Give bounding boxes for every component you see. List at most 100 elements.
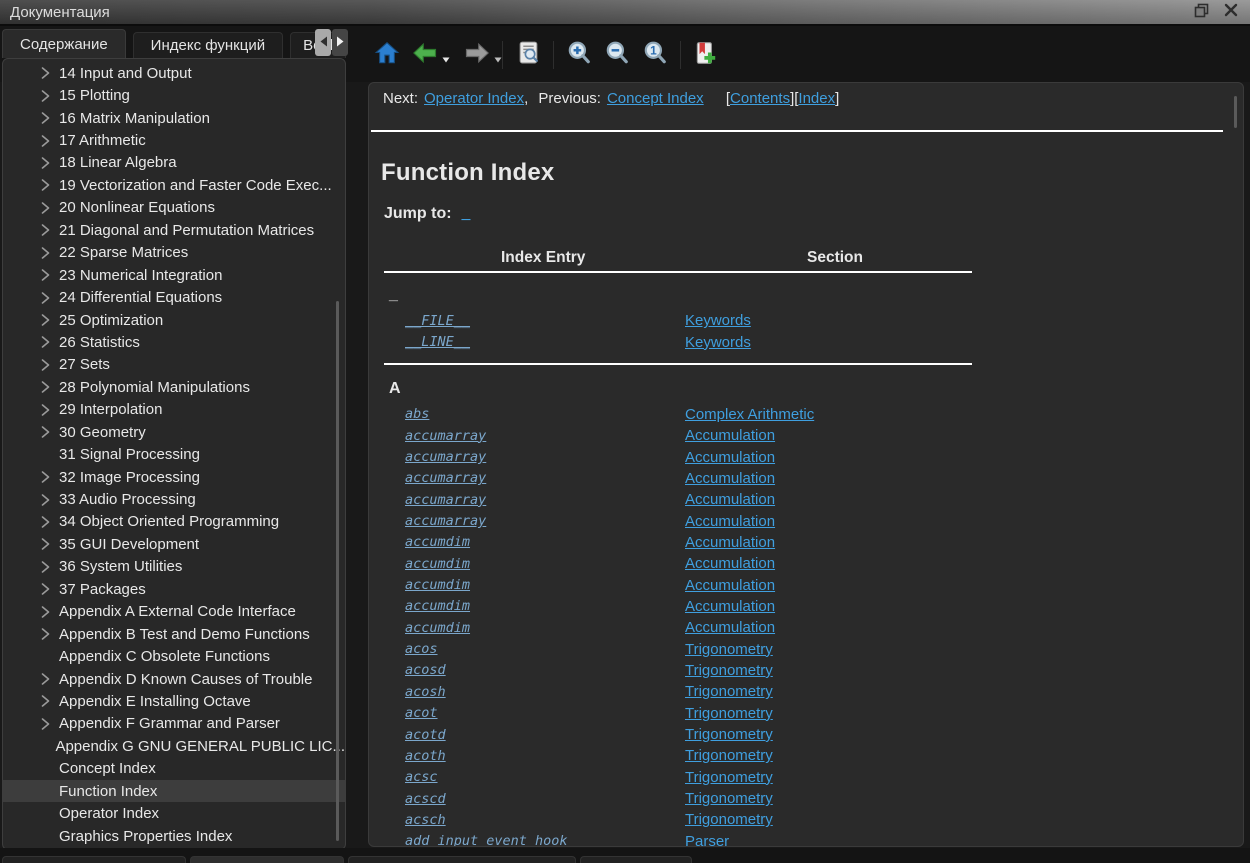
index-section-link[interactable]: Accumulation — [685, 619, 775, 636]
index-entry-link[interactable]: acscd — [405, 791, 685, 807]
index-entry-link[interactable]: acot — [405, 705, 685, 721]
index-entry-link[interactable]: acsch — [405, 812, 685, 828]
sidebar-tree-item[interactable]: Appendix C Obsolete Functions — [3, 645, 345, 667]
index-entry-link[interactable]: acsc — [405, 769, 685, 785]
index-entry-link[interactable]: acosh — [405, 684, 685, 700]
chevron-right-icon[interactable] — [37, 112, 53, 124]
bottom-dock-tab[interactable] — [2, 856, 186, 863]
sidebar-tree-item[interactable]: 16 Matrix Manipulation — [3, 107, 345, 129]
chevron-right-icon[interactable] — [37, 135, 53, 147]
index-entry-link[interactable]: acosd — [405, 662, 685, 678]
sidebar-tree-item[interactable]: 33 Audio Processing — [3, 488, 345, 510]
index-section-link[interactable]: Trigonometry — [685, 747, 773, 764]
jump-underscore-link[interactable]: _ — [462, 205, 471, 222]
sidebar-tree-item[interactable]: 22 Sparse Matrices — [3, 242, 345, 264]
forward-button[interactable] — [462, 40, 492, 70]
index-entry-link[interactable]: acotd — [405, 727, 685, 743]
bottom-dock-tab[interactable] — [580, 856, 692, 863]
sidebar-tree-item[interactable]: 29 Interpolation — [3, 399, 345, 421]
index-section-link[interactable]: Trigonometry — [685, 790, 773, 807]
back-dropdown-icon[interactable] — [442, 50, 450, 68]
sidebar-tree-item[interactable]: 18 Linear Algebra — [3, 152, 345, 174]
index-section-link[interactable]: Trigonometry — [685, 769, 773, 786]
chevron-right-icon[interactable] — [37, 336, 53, 348]
chevron-right-icon[interactable] — [37, 202, 53, 214]
sidebar-tree-item[interactable]: 30 Geometry — [3, 421, 345, 443]
nav-index-link[interactable]: Index — [798, 90, 835, 107]
index-section-link[interactable]: Trigonometry — [685, 705, 773, 722]
index-section-link[interactable]: Accumulation — [685, 491, 775, 508]
sidebar-tree-item[interactable]: Function Index — [3, 780, 345, 802]
chevron-right-icon[interactable] — [37, 494, 53, 506]
sidebar-tree-item[interactable]: 35 GUI Development — [3, 533, 345, 555]
index-section-link[interactable]: Trigonometry — [685, 811, 773, 828]
sidebar-tree-item[interactable]: 25 Optimization — [3, 309, 345, 331]
sidebar-tree-item[interactable]: 23 Numerical Integration — [3, 264, 345, 286]
chevron-right-icon[interactable] — [37, 426, 53, 438]
home-button[interactable] — [372, 40, 402, 70]
zoom-out-button[interactable] — [602, 40, 632, 70]
doc-tab[interactable]: Содержание — [2, 29, 126, 58]
index-section-link[interactable]: Accumulation — [685, 577, 775, 594]
chevron-right-icon[interactable] — [37, 583, 53, 595]
sidebar-tree-item[interactable]: 20 Nonlinear Equations — [3, 197, 345, 219]
index-section-link[interactable]: Trigonometry — [685, 641, 773, 658]
sidebar-tree-item[interactable]: Appendix B Test and Demo Functions — [3, 623, 345, 645]
nav-next-link[interactable]: Operator Index — [424, 90, 524, 107]
index-entry-link[interactable]: __FILE__ — [405, 313, 685, 329]
sidebar-tree-item[interactable]: 19 Vectorization and Faster Code Exec... — [3, 174, 345, 196]
index-section-link[interactable]: Trigonometry — [685, 683, 773, 700]
nav-previous-link[interactable]: Concept Index — [607, 90, 704, 107]
sidebar-scrollbar[interactable] — [336, 301, 339, 841]
index-entry-link[interactable]: abs — [405, 406, 685, 422]
chevron-right-icon[interactable] — [37, 67, 53, 79]
index-section-link[interactable]: Accumulation — [685, 555, 775, 572]
index-entry-link[interactable]: add_input_event_hook — [405, 833, 685, 847]
index-entry-link[interactable]: accumarray — [405, 492, 685, 508]
back-button[interactable] — [410, 40, 440, 70]
chevron-right-icon[interactable] — [37, 404, 53, 416]
bottom-dock-tab[interactable] — [348, 856, 576, 863]
index-entry-link[interactable]: acoth — [405, 748, 685, 764]
sidebar-tree-item[interactable]: 24 Differential Equations — [3, 286, 345, 308]
chevron-right-icon[interactable] — [37, 247, 53, 259]
sidebar-tree-item[interactable]: Appendix D Known Causes of Trouble — [3, 668, 345, 690]
sidebar-tree-item[interactable]: Appendix F Grammar and Parser — [3, 713, 345, 735]
index-section-link[interactable]: Parser — [685, 833, 729, 847]
sidebar-tree-item[interactable]: Appendix A External Code Interface — [3, 601, 345, 623]
sidebar-tree-item[interactable]: Appendix G GNU GENERAL PUBLIC LIC... — [3, 735, 345, 757]
bookmark-button[interactable] — [691, 40, 721, 70]
chevron-right-icon[interactable] — [37, 292, 53, 304]
sidebar-tree-item[interactable]: Operator Index — [3, 802, 345, 824]
sidebar-tree-item[interactable]: Graphics Properties Index — [3, 825, 345, 847]
index-entry-link[interactable]: acos — [405, 641, 685, 657]
chevron-right-icon[interactable] — [37, 538, 53, 550]
chevron-right-icon[interactable] — [37, 269, 53, 281]
chevron-right-icon[interactable] — [37, 673, 53, 685]
chevron-right-icon[interactable] — [37, 179, 53, 191]
chevron-right-icon[interactable] — [37, 471, 53, 483]
close-window-button[interactable] — [1222, 3, 1240, 21]
content-scrollbar[interactable] — [1234, 96, 1237, 128]
chevron-right-icon[interactable] — [37, 157, 53, 169]
index-section-link[interactable]: Complex Arithmetic — [685, 406, 814, 423]
index-section-link[interactable]: Keywords — [685, 334, 751, 351]
index-section-link[interactable]: Trigonometry — [685, 662, 773, 679]
window-titlebar[interactable]: Документация — [0, 0, 1250, 26]
chevron-right-icon[interactable] — [37, 606, 53, 618]
index-section-link[interactable]: Accumulation — [685, 470, 775, 487]
chevron-right-icon[interactable] — [37, 314, 53, 326]
index-section-link[interactable]: Accumulation — [685, 427, 775, 444]
sidebar-tree-item[interactable]: 34 Object Oriented Programming — [3, 511, 345, 533]
chevron-right-icon[interactable] — [37, 718, 53, 730]
index-section-link[interactable]: Trigonometry — [685, 726, 773, 743]
index-entry-link[interactable]: accumdim — [405, 556, 685, 572]
sidebar-tree-item[interactable]: 27 Sets — [3, 354, 345, 376]
chevron-right-icon[interactable] — [37, 359, 53, 371]
index-section-link[interactable]: Accumulation — [685, 534, 775, 551]
tab-scroll-right-button[interactable] — [332, 29, 348, 56]
nav-contents-link[interactable]: Contents — [730, 90, 790, 107]
chevron-right-icon[interactable] — [37, 628, 53, 640]
chevron-right-icon[interactable] — [37, 381, 53, 393]
index-section-link[interactable]: Accumulation — [685, 513, 775, 530]
